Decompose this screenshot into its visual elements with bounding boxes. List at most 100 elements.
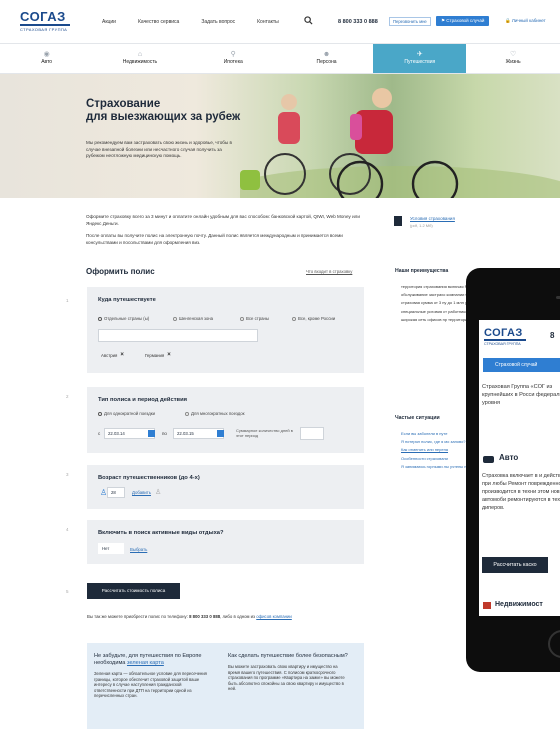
age-title: Возраст путешественников (до 4-х)	[98, 475, 200, 481]
calendar-icon[interactable]	[217, 430, 224, 437]
radio-dot	[98, 411, 102, 416]
date-from-label: с	[98, 431, 101, 436]
top-nav: Акции Качество сервиса Задать вопрос Кон…	[102, 19, 279, 25]
calculate-button[interactable]: Рассчитать стоимость полиса	[87, 583, 180, 599]
days-note: Суммарное количество дней в этот период	[236, 428, 293, 438]
logo-bar	[20, 24, 70, 26]
radio-schengen[interactable]: Шенгенская зона	[173, 316, 213, 321]
add-traveler-link[interactable]: Добавить	[132, 490, 151, 495]
hero-text: Мы рекомендуем вам застраховать свою жиз…	[86, 140, 232, 158]
person-add-icon[interactable]: ♙	[155, 488, 161, 496]
note-text: Вы так же можете приобрести полис по тел…	[87, 614, 187, 619]
chip-label: Германия	[145, 352, 165, 358]
list-item[interactable]: Я занимаюсь горными лы учтены на случай …	[401, 464, 471, 469]
cabinet-link[interactable]: 🔒 Личный кабинет	[505, 18, 546, 24]
hero-title-2: для выезжающих за рубеж	[86, 111, 241, 123]
tab-realty[interactable]: ⌂ Недвижимость	[93, 44, 186, 73]
radio-single-trip[interactable]: Для однократной поездки	[98, 411, 155, 416]
radio-all-countries[interactable]: Все страны	[240, 316, 269, 321]
calendar-icon[interactable]	[148, 430, 155, 437]
situations-list: Если вы заболели в путе Я потерял полис,…	[401, 431, 471, 472]
step-number: 4	[66, 527, 69, 532]
date-to-label: по	[162, 431, 167, 436]
policy-type-section: Тип полиса и период действия Для однокра…	[87, 387, 364, 453]
radio-label: Все, кроме России	[298, 316, 336, 321]
list-item[interactable]: Как отменить или перена	[401, 447, 471, 452]
mobile-logo-word: СОГАЗ	[484, 327, 523, 339]
tab-mortgage-label: Ипотека	[223, 59, 243, 65]
mobile-phone[interactable]: 8	[550, 331, 554, 340]
intro-text: Оформите страховку всего за 3 минут и оп…	[86, 214, 361, 252]
nav-quality[interactable]: Качество сервиса	[138, 19, 179, 25]
speaker	[556, 296, 560, 299]
list-item[interactable]: Я потерял полис, где я мо заново?	[401, 439, 471, 444]
info-box: Не забудьте, для путешествия по Европе н…	[87, 643, 364, 729]
tab-auto-label: Авто	[41, 59, 53, 65]
list-item[interactable]: Особенности страховани	[401, 456, 471, 461]
remove-chip-icon[interactable]: ×	[167, 352, 171, 358]
cabinet-label: Личный кабинет	[511, 18, 546, 23]
car-icon: ◉	[43, 51, 50, 58]
callback-button[interactable]: Перезвонить мне	[389, 17, 431, 26]
person-icon: ☻	[322, 51, 331, 58]
what-included-link[interactable]: Что входит в страховку	[306, 269, 352, 274]
radio-dot	[240, 316, 244, 321]
tab-travel[interactable]: ✈ Путешествия	[373, 44, 467, 73]
radio-except-russia[interactable]: Все, кроме России	[292, 316, 335, 321]
mobile-auto-title: Авто	[499, 453, 519, 462]
tab-auto[interactable]: ◉ Авто	[0, 44, 93, 73]
tab-person-label: Персона	[316, 59, 337, 65]
radio-label: Отдельные страны (ы)	[104, 316, 150, 321]
mobile-logo-bar	[484, 339, 526, 341]
document-link-text[interactable]: Условия страхования	[410, 216, 455, 221]
document-icon	[394, 216, 402, 226]
situations-title: Частые ситуации	[395, 415, 440, 421]
radio-label: Для многократных поездок	[191, 411, 245, 416]
intro-paragraph-1: Оформите страховку всего за 3 минут и оп…	[86, 214, 360, 226]
tab-person[interactable]: ☻ Персона	[280, 44, 373, 73]
tab-life[interactable]: ♡ Жизнь	[466, 44, 559, 73]
insured-event-button[interactable]: ⚑ Страховой случай	[436, 16, 490, 26]
days-count-input[interactable]	[300, 427, 324, 440]
home-button[interactable]	[548, 630, 560, 658]
country-chip: Австрия ×	[101, 352, 124, 358]
mobile-device: СОГАЗ СТРАХОВАЯ ГРУППА 8 Страховой случа…	[466, 268, 560, 672]
radio-dot	[98, 316, 102, 321]
destination-title: Куда путешествуете	[98, 297, 156, 303]
category-nav: ◉ Авто ⌂ Недвижимость ⚲ Ипотека ☻ Персона ✈ П…	[0, 44, 560, 74]
green-card-link[interactable]: зеленая карта	[127, 660, 164, 666]
nav-ask[interactable]: Задать вопрос	[201, 19, 235, 25]
hero-title-1: Страхование	[86, 98, 161, 110]
list-item[interactable]: Если вы заболели в путе	[401, 431, 471, 436]
phone-purchase-note: Вы так же можете приобрести полис по тел…	[87, 614, 292, 619]
list-item: страховая сумма от 3 пу до 1 млн у.е.	[401, 300, 471, 306]
radio-multi-trip[interactable]: Для многократных поездок	[185, 411, 245, 416]
active-rest-section: Включить в поиск активные виды отдыха? Н…	[87, 520, 364, 564]
nav-promo[interactable]: Акции	[102, 19, 116, 25]
offices-link[interactable]: офисов компании	[256, 614, 292, 619]
logo[interactable]: СОГАЗ СТРАХОВАЯ ГРУППА	[20, 10, 70, 32]
tab-life-label: Жизнь	[505, 59, 521, 65]
green-card-info: Не забудьте, для путешествия по Европе н…	[94, 653, 214, 699]
radio-label: Для однократной поездки	[104, 411, 156, 416]
remove-chip-icon[interactable]: ×	[120, 352, 124, 358]
active-rest-answer[interactable]: Нет	[98, 543, 124, 554]
intro-paragraph-2: После оплаты вы получите полис на электр…	[86, 233, 343, 245]
heart-icon: ♡	[509, 51, 517, 58]
radio-selected-countries[interactable]: Отдельные страны (ы)	[98, 316, 149, 321]
country-search-input[interactable]	[98, 329, 258, 342]
age-input[interactable]: 28	[107, 487, 125, 498]
mobile-logo[interactable]: СОГАЗ СТРАХОВАЯ ГРУППА	[484, 328, 526, 346]
choose-activities-link[interactable]: Выбрать	[130, 547, 147, 552]
logo-subtitle: СТРАХОВАЯ ГРУППА	[20, 27, 68, 32]
list-item: территория страхования включая Россию и …	[401, 284, 471, 289]
header-phone[interactable]: 8 800 333 0 888	[338, 19, 378, 25]
tab-mortgage[interactable]: ⚲ Ипотека	[187, 44, 280, 73]
search-icon[interactable]	[304, 16, 313, 25]
list-item: широкая сеть офисов пр территории России	[401, 316, 471, 322]
mobile-intro-text: Страховая Группа «СОГ из крупнейших в Ро…	[482, 384, 560, 406]
mobile-insured-event-button[interactable]: Страховой случай	[483, 358, 560, 372]
nav-contacts[interactable]: Контакты	[257, 19, 279, 25]
advantages-title: Наши преимущества	[395, 268, 449, 274]
mobile-calc-button[interactable]: Рассчитать каско	[482, 557, 548, 573]
